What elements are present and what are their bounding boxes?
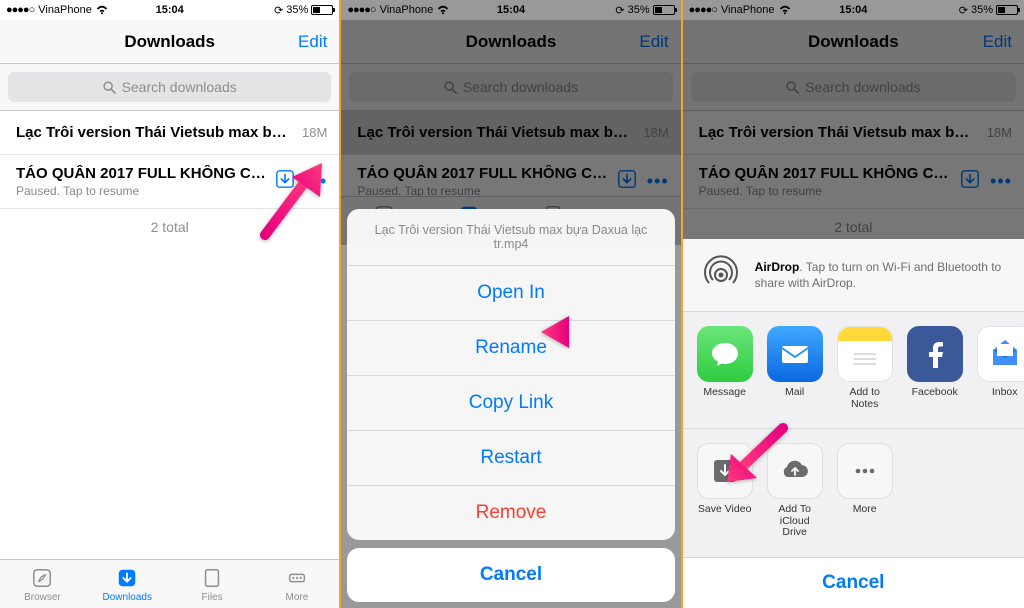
message-icon <box>709 338 741 370</box>
item-title: Lạc Trôi version Thái Vietsub max bựa:..… <box>16 124 294 141</box>
download-tab-icon <box>115 566 139 590</box>
sheet-copy-link[interactable]: Copy Link <box>347 376 674 431</box>
nav-bar: Downloads Edit <box>0 20 339 64</box>
download-resume-button[interactable] <box>275 169 295 194</box>
item-size: 18M <box>302 125 327 140</box>
inbox-icon <box>987 336 1023 372</box>
search-icon <box>103 81 116 94</box>
download-icon <box>275 169 295 189</box>
action-label: Save Video <box>698 504 752 516</box>
edit-button[interactable]: Edit <box>298 32 327 52</box>
tab-more[interactable]: More <box>254 560 339 608</box>
carrier-label: VinaPhone <box>38 4 92 16</box>
action-label: More <box>853 504 877 516</box>
signal-dots-icon: ●●●●○ <box>6 4 34 16</box>
save-video-icon <box>711 457 739 485</box>
share-actions-row: Save Video Add To iCloud Drive More <box>683 429 1024 558</box>
sheet-filename: Lạc Trôi version Thái Vietsub max bựa Da… <box>347 209 674 266</box>
files-icon <box>200 566 224 590</box>
action-icloud-drive[interactable]: Add To iCloud Drive <box>767 443 823 539</box>
item-subtitle: Paused. Tap to resume <box>16 184 267 198</box>
sheet-cancel-button[interactable]: Cancel <box>347 548 674 602</box>
item-title: TÁO QUÂN 2017 FULL KHÔNG CẮT (CH... <box>16 165 267 182</box>
tab-bar: Browser Downloads Files More <box>0 559 339 608</box>
facebook-icon <box>921 340 949 368</box>
list-item[interactable]: TÁO QUÂN 2017 FULL KHÔNG CẮT (CH... Paus… <box>0 155 339 209</box>
search-placeholder: Search downloads <box>122 79 237 95</box>
battery-percent: 35% <box>286 4 308 16</box>
action-sheet: Lạc Trôi version Thái Vietsub max bựa Da… <box>347 209 674 540</box>
app-label: Add to Notes <box>837 387 893 410</box>
share-app-inbox[interactable]: Inbox <box>977 326 1024 410</box>
more-icon <box>285 566 309 590</box>
app-label: Facebook <box>912 387 958 399</box>
share-cancel-button[interactable]: Cancel <box>683 558 1024 608</box>
tab-label: More <box>286 592 309 603</box>
more-action-icon <box>851 457 879 485</box>
share-app-message[interactable]: Message <box>697 326 753 410</box>
share-sheet-backdrop[interactable]: AirDrop. Tap to turn on Wi-Fi and Blueto… <box>683 0 1024 608</box>
action-sheet-backdrop[interactable]: Lạc Trôi version Thái Vietsub max bựa Da… <box>341 0 680 608</box>
app-label: Inbox <box>992 387 1018 399</box>
sheet-restart[interactable]: Restart <box>347 431 674 486</box>
refresh-icon: ⟳ <box>274 4 283 17</box>
share-sheet: AirDrop. Tap to turn on Wi-Fi and Blueto… <box>683 239 1024 608</box>
wifi-icon <box>96 5 108 15</box>
sheet-open-in[interactable]: Open In <box>347 266 674 321</box>
item-more-button[interactable]: ••• <box>305 171 327 192</box>
tab-label: Downloads <box>103 592 152 603</box>
page-title: Downloads <box>124 32 215 52</box>
tab-browser[interactable]: Browser <box>0 560 85 608</box>
share-app-notes[interactable]: Add to Notes <box>837 326 893 410</box>
airdrop-section[interactable]: AirDrop. Tap to turn on Wi-Fi and Blueto… <box>683 239 1024 312</box>
action-label: Add To iCloud Drive <box>767 504 823 539</box>
share-apps-row: Message Mail Add to Notes Facebook Inbox <box>683 312 1024 429</box>
sheet-rename[interactable]: Rename <box>347 321 674 376</box>
airdrop-icon <box>699 253 743 297</box>
icloud-icon <box>779 457 811 485</box>
share-app-mail[interactable]: Mail <box>767 326 823 410</box>
compass-icon <box>30 566 54 590</box>
action-more[interactable]: More <box>837 443 893 539</box>
downloads-list: Lạc Trôi version Thái Vietsub max bựa:..… <box>0 111 339 245</box>
screen-1: ●●●●○ VinaPhone 15:04 ⟳ 35% Downloads Ed… <box>0 0 341 608</box>
notes-icon <box>850 351 880 369</box>
tab-label: Browser <box>24 592 61 603</box>
app-label: Message <box>703 387 746 399</box>
tab-downloads[interactable]: Downloads <box>85 560 170 608</box>
clock: 15:04 <box>115 4 224 16</box>
tab-files[interactable]: Files <box>170 560 255 608</box>
screen-2: ●●●●○ VinaPhone 15:04 ⟳ 35% Downloads Ed… <box>341 0 682 608</box>
search-input[interactable]: Search downloads <box>8 72 331 102</box>
app-label: Mail <box>785 387 804 399</box>
sheet-remove[interactable]: Remove <box>347 486 674 540</box>
mail-icon <box>778 337 812 371</box>
airdrop-text: AirDrop. Tap to turn on Wi-Fi and Blueto… <box>755 259 1008 291</box>
list-item[interactable]: Lạc Trôi version Thái Vietsub max bựa:..… <box>0 111 339 155</box>
tab-label: Files <box>202 592 223 603</box>
battery-icon <box>311 5 333 15</box>
screen-3: ●●●●○ VinaPhone 15:04 ⟳ 35% DownloadsEdi… <box>683 0 1024 608</box>
share-app-facebook[interactable]: Facebook <box>907 326 963 410</box>
total-count: 2 total <box>0 209 339 245</box>
action-save-video[interactable]: Save Video <box>697 443 753 539</box>
status-bar: ●●●●○ VinaPhone 15:04 ⟳ 35% <box>0 0 339 20</box>
